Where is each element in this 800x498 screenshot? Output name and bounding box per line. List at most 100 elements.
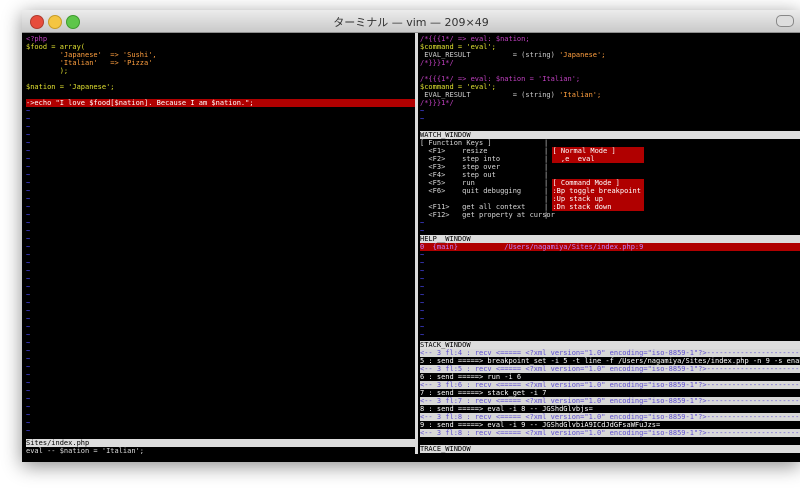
help-key-text: <F6> quit debugging <box>420 187 522 195</box>
code-line: $food = array( <box>26 43 86 51</box>
empty-line-marker: ~ <box>26 291 31 299</box>
window-title: ターミナル — vim — 209×49 <box>333 16 489 29</box>
help-separator: | <box>544 155 553 163</box>
empty-line-marker: ~ <box>420 115 425 123</box>
empty-line-marker: ~ <box>26 131 31 139</box>
empty-line-marker: ~ <box>420 219 425 227</box>
stack-window[interactable]: 0 {main} /Users/nagamiya/Sites/index.php… <box>420 243 800 341</box>
help-window[interactable]: [ Function Keys ] | <F1> resize | [ Normal… <box>420 139 800 235</box>
stack-status-line: STACK_WINDOW <box>420 341 800 349</box>
help-separator: | <box>544 187 553 195</box>
empty-line-marker: ~ <box>420 307 425 315</box>
help-separator: | <box>544 179 553 187</box>
help-separator: | <box>544 163 553 171</box>
empty-line-marker: ~ <box>26 179 31 187</box>
empty-line-marker: ~ <box>26 299 31 307</box>
code-line: $nation = 'Japanese'; <box>26 83 115 91</box>
empty-line-marker: ~ <box>26 115 31 123</box>
empty-line-marker: ~ <box>26 275 31 283</box>
help-separator: | <box>544 147 553 155</box>
empty-line-marker: ~ <box>420 299 425 307</box>
help-row: <F1> resize | [ Normal Mode ] <box>420 147 800 155</box>
empty-line-marker: ~ <box>26 411 31 419</box>
empty-line-marker: ~ <box>26 371 31 379</box>
code-line: 'Italian' => 'Pizza' <box>26 59 153 67</box>
terminal-content[interactable]: <?php $food = array( 'Japanese' => 'Sushi… <box>22 33 800 462</box>
empty-line-marker: ~ <box>26 187 31 195</box>
empty-line-marker: ~ <box>420 267 425 275</box>
empty-line-marker: ~ <box>26 251 31 259</box>
help-key-text: <F1> resize <box>420 147 488 155</box>
empty-line-marker: ~ <box>420 315 425 323</box>
help-status-line: HELP__WINDOW <box>420 235 800 243</box>
empty-line-marker: ~ <box>26 315 31 323</box>
watch-line: $command = 'eval'; <box>420 43 496 51</box>
help-mode-text: :Bp toggle breakpoint <box>552 187 645 195</box>
watch-window[interactable]: /*{{{1*/ => eval: $nation; $command = 'ev… <box>420 35 800 131</box>
source-pane[interactable]: <?php $food = array( 'Japanese' => 'Sushi… <box>26 35 415 439</box>
empty-line-marker: ~ <box>420 107 425 115</box>
help-mode-text: ,e eval <box>552 155 645 163</box>
empty-line-marker: ~ <box>26 123 31 131</box>
help-separator: | <box>544 171 553 179</box>
code-line: <?php <box>26 35 48 43</box>
empty-line-marker: ~ <box>26 355 31 363</box>
help-key-text: <F12> get property at cursor <box>420 211 555 219</box>
trace-line: <-- 3 fl:8 : recv <===== <?xml version="… <box>420 413 800 421</box>
watch-line: /*}}}1*/ <box>420 99 454 107</box>
empty-line-marker: ~ <box>26 243 31 251</box>
trace-line: 9 : send =====> eval -i 9 -- JGShdGlvbiA… <box>420 421 661 429</box>
empty-line-marker: ~ <box>26 195 31 203</box>
trace-window[interactable]: <-- 3 fl:4 : recv <===== <?xml version="… <box>420 349 800 445</box>
watch-line: EVAL_RESULT = (string) 'Japanese'; <box>420 51 800 59</box>
empty-line-marker: ~ <box>26 363 31 371</box>
trace-line: <-- 3 fl:8 : recv <===== <?xml version="… <box>420 429 800 437</box>
help-mode-text: :Dn stack down <box>552 203 645 211</box>
help-row: [ Function Keys ] | <box>420 139 800 147</box>
help-key-text: <F2> step into <box>420 155 501 163</box>
empty-line-marker: ~ <box>26 259 31 267</box>
empty-line-marker: ~ <box>26 107 31 115</box>
help-row: <F4> step out | <box>420 171 800 179</box>
empty-line-marker: ~ <box>420 283 425 291</box>
help-mode-text: :Up stack up <box>552 195 645 203</box>
help-row: <F12> get property at cursor| <box>420 211 800 219</box>
empty-line-marker: ~ <box>420 275 425 283</box>
empty-line-marker: ~ <box>26 419 31 427</box>
code-line: ); <box>26 67 69 75</box>
empty-line-marker: ~ <box>26 235 31 243</box>
empty-line-marker: ~ <box>26 267 31 275</box>
watch-line: /*}}}1*/ <box>420 59 454 67</box>
empty-line-marker: ~ <box>26 283 31 291</box>
empty-line-marker: ~ <box>26 427 31 435</box>
toolbar-toggle-button[interactable] <box>776 15 794 27</box>
empty-line-marker: ~ <box>26 331 31 339</box>
help-mode-text: [ Command Mode ] <box>552 179 645 187</box>
command-line[interactable]: eval -- $nation = 'Italian'; <box>26 447 415 455</box>
help-key-text: <F11> get all context <box>420 203 526 211</box>
watch-line: /*{{{1*/ => eval: $nation; <box>420 35 530 43</box>
empty-line-marker: ~ <box>26 211 31 219</box>
empty-line-marker: ~ <box>26 155 31 163</box>
empty-line-marker: ~ <box>26 139 31 147</box>
empty-line-marker: ~ <box>420 259 425 267</box>
trace-line: <-- 3 fl:4 : recv <===== <?xml version="… <box>420 349 800 357</box>
empty-line-marker: ~ <box>26 171 31 179</box>
title-bar[interactable]: ターミナル — vim — 209×49 <box>22 10 800 33</box>
empty-line-marker: ~ <box>26 307 31 315</box>
trace-line: 8 : send =====> eval -i 8 -- JGShdGlvbjs… <box>420 405 593 413</box>
code-line: ->echo "I love $food[$nation]. Because I… <box>26 99 415 107</box>
help-separator: | <box>544 195 553 203</box>
eval-result-value: 'Japanese'; <box>559 51 606 59</box>
help-row: <F2> step into | ,e eval <box>420 155 800 163</box>
vertical-divider[interactable] <box>415 33 418 454</box>
watch-line <box>420 67 800 75</box>
empty-line-marker: ~ <box>420 323 425 331</box>
empty-line-marker: ~ <box>420 291 425 299</box>
help-separator: | <box>544 139 553 147</box>
trace-line: 7 : send =====> stack_get -i 7 <box>420 389 547 397</box>
help-mode-text: [ Normal Mode ] <box>552 147 645 155</box>
empty-line-marker: ~ <box>26 227 31 235</box>
stack-frame-row: 0 {main} /Users/nagamiya/Sites/index.php… <box>420 243 800 251</box>
